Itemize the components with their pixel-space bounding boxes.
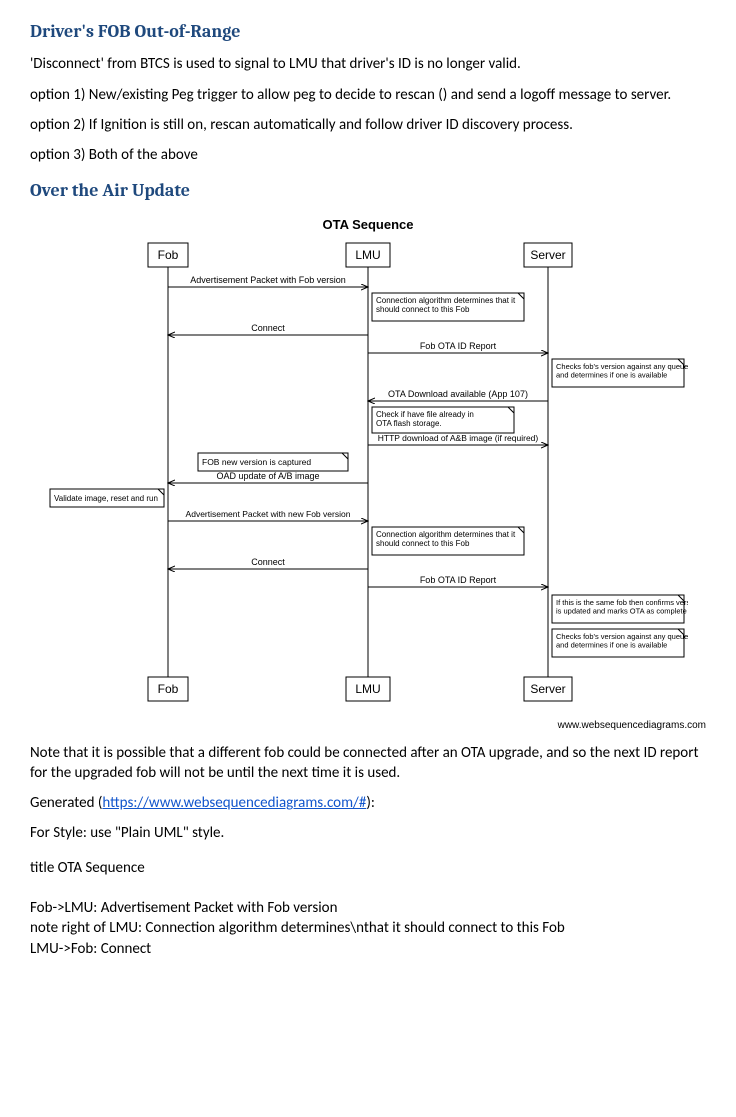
paragraph-option1: option 1) New/existing Peg trigger to al… xyxy=(30,85,706,105)
svg-text:OTA Download available (App 10: OTA Download available (App 107) xyxy=(388,389,528,399)
svg-text:Fob: Fob xyxy=(158,248,179,262)
svg-text:Server: Server xyxy=(530,248,565,262)
websequence-link[interactable]: https://www.websequencediagrams.com/# xyxy=(102,794,366,812)
svg-text:Advertisement Packet with new: Advertisement Packet with new Fob versio… xyxy=(186,509,351,519)
gen-suffix: ): xyxy=(366,794,375,812)
svg-text:Server: Server xyxy=(530,682,565,696)
paragraph-note: Note that it is possible that a differen… xyxy=(30,743,706,784)
paragraph-intro: 'Disconnect' from BTCS is used to signal… xyxy=(30,54,706,74)
diagram-credit: www.websequencediagrams.com xyxy=(30,719,706,733)
diagram-title: OTA Sequence xyxy=(30,216,706,234)
svg-text:OAD update of A/B image: OAD update of A/B image xyxy=(216,471,319,481)
svg-text:HTTP download of A&B image (if: HTTP download of A&B image (if required) xyxy=(378,433,539,443)
uml-source-block: title OTA Sequence Fob->LMU: Advertiseme… xyxy=(30,858,706,959)
code-line-3: LMU->Fob: Connect xyxy=(30,939,706,959)
gen-prefix: Generated ( xyxy=(30,794,102,812)
code-line-1: Fob->LMU: Advertisement Packet with Fob … xyxy=(30,898,706,918)
svg-text:Connect: Connect xyxy=(251,323,285,333)
svg-text:Advertisement Packet with Fob: Advertisement Packet with Fob version xyxy=(190,275,346,285)
ota-sequence-diagram: OTA Sequence Fob LMU Server Fob LMU Serv… xyxy=(30,216,706,733)
heading-fob-out-of-range: Driver's FOB Out-of-Range xyxy=(30,20,706,44)
svg-text:Validate image, reset and run: Validate image, reset and run xyxy=(54,494,158,503)
heading-ota-update: Over the Air Update xyxy=(30,179,706,203)
svg-text:FOB new version is captured: FOB new version is captured xyxy=(202,457,311,467)
code-title-line: title OTA Sequence xyxy=(30,858,706,878)
svg-text:Fob: Fob xyxy=(158,682,179,696)
paragraph-option2: option 2) If Ignition is still on, resca… xyxy=(30,115,706,135)
svg-text:LMU: LMU xyxy=(355,248,380,262)
svg-text:LMU: LMU xyxy=(355,682,380,696)
svg-text:Fob OTA ID Report: Fob OTA ID Report xyxy=(420,575,497,585)
svg-text:Fob OTA ID Report: Fob OTA ID Report xyxy=(420,341,497,351)
svg-text:If this is the same fob then c: If this is the same fob then confirms ve… xyxy=(556,598,688,616)
paragraph-style: For Style: use "Plain UML" style. xyxy=(30,823,706,843)
code-line-2: note right of LMU: Connection algorithm … xyxy=(30,918,706,938)
paragraph-generated: Generated (https://www.websequencediagra… xyxy=(30,793,706,813)
svg-text:Connect: Connect xyxy=(251,557,285,567)
paragraph-option3: option 3) Both of the above xyxy=(30,145,706,165)
